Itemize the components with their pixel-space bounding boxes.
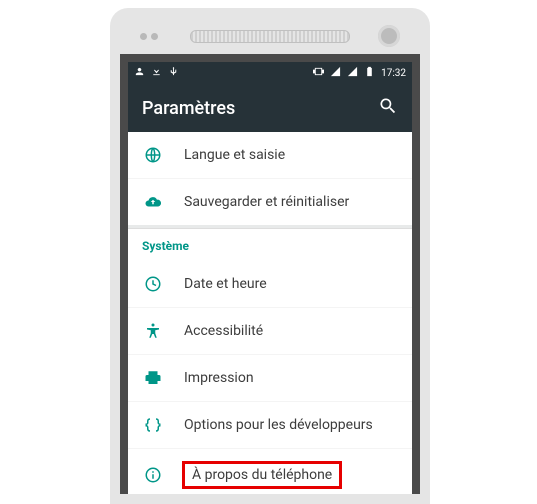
- settings-list[interactable]: Langue et saisie Sauvegarder et réinitia…: [128, 132, 412, 494]
- sensor-dots: [140, 33, 158, 40]
- toolbar: Paramètres: [128, 84, 412, 132]
- status-bar: 17:32: [128, 62, 412, 84]
- cloud-upload-icon: [142, 193, 164, 211]
- signal-icon: [330, 66, 341, 80]
- signal-icon-2: [347, 66, 358, 80]
- battery-icon: [364, 66, 375, 80]
- info-icon: [142, 466, 164, 484]
- settings-item-developer[interactable]: Options pour les développeurs: [128, 402, 412, 449]
- settings-item-label: Langue et saisie: [184, 147, 285, 163]
- download-icon: [151, 66, 162, 80]
- clock-icon: [142, 275, 164, 293]
- vibrate-icon: [313, 66, 324, 80]
- phone-hardware-top: [120, 18, 420, 54]
- search-icon[interactable]: [378, 96, 398, 121]
- settings-item-about-phone[interactable]: À propos du téléphone: [128, 449, 412, 494]
- screen: 17:32 Paramètres Langue et saisie Sauveg…: [120, 54, 420, 494]
- settings-item-label: Options pour les développeurs: [184, 417, 373, 433]
- printer-icon: [142, 369, 164, 387]
- status-time: 17:32: [381, 68, 406, 79]
- settings-item-language[interactable]: Langue et saisie: [128, 132, 412, 179]
- braces-icon: [142, 416, 164, 434]
- speaker-grille: [190, 30, 350, 43]
- section-header-system: Système: [128, 229, 412, 261]
- front-camera: [378, 25, 400, 47]
- settings-item-accessibility[interactable]: Accessibilité: [128, 308, 412, 355]
- settings-item-label: Accessibilité: [184, 323, 263, 339]
- settings-item-label: Date et heure: [184, 276, 267, 292]
- accessibility-icon: [142, 322, 164, 340]
- globe-icon: [142, 146, 164, 164]
- usb-icon: [168, 66, 179, 80]
- settings-item-printing[interactable]: Impression: [128, 355, 412, 402]
- phone-frame: 17:32 Paramètres Langue et saisie Sauveg…: [110, 8, 430, 504]
- settings-item-label: Sauvegarder et réinitialiser: [184, 194, 349, 210]
- settings-item-datetime[interactable]: Date et heure: [128, 261, 412, 308]
- settings-item-label: À propos du téléphone: [184, 463, 340, 487]
- user-icon: [134, 66, 145, 80]
- settings-item-backup[interactable]: Sauvegarder et réinitialiser: [128, 179, 412, 225]
- settings-item-label: Impression: [184, 370, 254, 386]
- page-title: Paramètres: [142, 98, 235, 119]
